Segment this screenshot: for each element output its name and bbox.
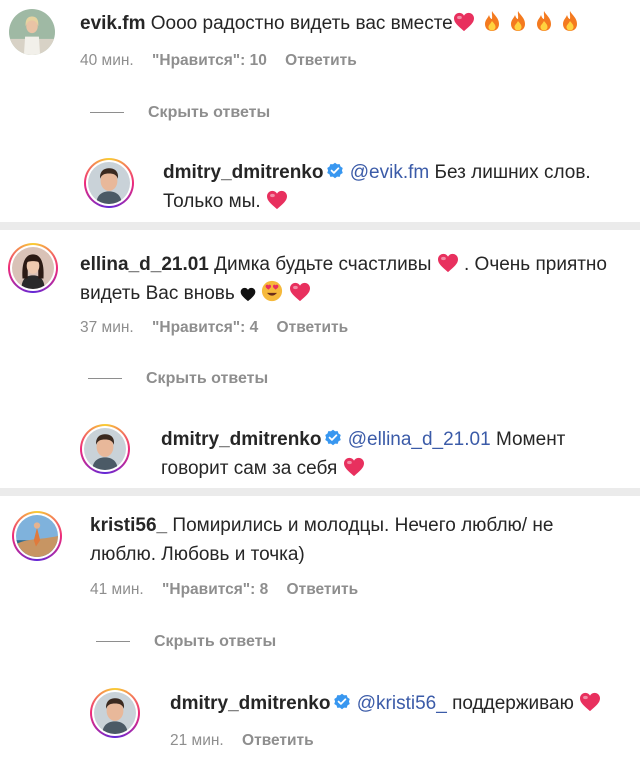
fire-emoji-icon — [561, 10, 579, 32]
hide-replies-label: Скрыть ответы — [146, 370, 269, 387]
comment-3-reply-button[interactable]: Ответить — [287, 581, 359, 598]
hide-replies-label: Скрыть ответы — [154, 633, 277, 650]
comment-1-reply-button[interactable]: Ответить — [285, 52, 357, 69]
comment-3-meta: 41 мин. "Нравится": 8 Ответить — [90, 581, 372, 599]
fire-emoji-icon — [483, 10, 501, 32]
comment-2-body-line2: видеть Вас вновь — [80, 283, 235, 304]
comment-2-username[interactable]: ellina_d_21.01 — [80, 254, 209, 275]
verified-badge-icon — [326, 162, 344, 180]
reply-1-username[interactable]: dmitry_dmitrenko — [163, 162, 323, 183]
comment-2-text: ellina_d_21.01 Димка будьте счастливы . … — [80, 250, 607, 308]
reply-2-body-line2: говорит сам за себя — [161, 458, 338, 479]
reply-1-body-line2: Только мы. — [163, 191, 261, 212]
comment-1-username[interactable]: evik.fm — [80, 13, 145, 34]
fire-emoji-icon — [535, 10, 553, 32]
reply-2-text: dmitry_dmitrenko @ellina_d_21.01 Момент … — [161, 425, 565, 483]
reply-3-time: 21 мин. — [170, 732, 224, 749]
comment-1-hide-replies[interactable]: Скрыть ответы — [90, 104, 270, 122]
comment-3-hide-replies[interactable]: Скрыть ответы — [96, 633, 276, 651]
comment-3-likes[interactable]: "Нравится": 8 — [162, 581, 268, 598]
comment-2-hide-replies[interactable]: Скрыть ответы — [88, 370, 268, 388]
comment-3-username[interactable]: kristi56_ — [90, 515, 167, 536]
comment-3-text: kristi56_ Помирились и молодцы. Нечего л… — [90, 511, 553, 569]
comment-2-time: 37 мин. — [80, 319, 134, 336]
reply-2-mention[interactable]: @ellina_d_21.01 — [348, 429, 491, 450]
avatar-dmitry-3[interactable] — [90, 688, 140, 738]
comment-2-body-line1: Димка будьте счастливы — [214, 254, 432, 275]
comment-1-body: Оооо радостно видеть вас вместе — [150, 13, 453, 34]
verified-badge-icon — [333, 693, 351, 711]
divider-line — [90, 112, 124, 114]
heart-emoji-icon — [266, 190, 288, 210]
avatar-evik[interactable] — [9, 9, 55, 55]
reply-3-meta: 21 мин. Ответить — [170, 732, 328, 750]
comment-2-body-line1-end: . Очень приятно — [464, 254, 607, 275]
reply-1-mention[interactable]: @evik.fm — [350, 162, 429, 183]
heart-eyes-emoji-icon — [261, 280, 283, 302]
divider-line — [96, 641, 130, 643]
reply-3-username[interactable]: dmitry_dmitrenko — [170, 693, 330, 714]
reply-1-text: dmitry_dmitrenko @evik.fm Без лишних сло… — [163, 158, 591, 216]
divider-line — [88, 378, 122, 380]
avatar-kristi[interactable] — [12, 511, 62, 561]
comment-separator — [0, 488, 640, 496]
comment-3-time: 41 мин. — [90, 581, 144, 598]
reply-2-body-line1: Момент — [495, 429, 566, 450]
comment-2-likes[interactable]: "Нравится": 4 — [152, 319, 258, 336]
reply-3-reply-button[interactable]: Ответить — [242, 732, 314, 749]
avatar-dmitry-1[interactable] — [84, 158, 134, 208]
heart-emoji-icon — [289, 282, 311, 302]
reply-3-text: dmitry_dmitrenko @kristi56_ поддерживаю — [170, 689, 601, 718]
fire-emoji-icon — [509, 10, 527, 32]
comment-2-reply-button[interactable]: Ответить — [277, 319, 349, 336]
avatar-dmitry-2[interactable] — [80, 424, 130, 474]
comment-2-meta: 37 мин. "Нравится": 4 Ответить — [80, 319, 362, 337]
heart-emoji-icon — [437, 253, 459, 273]
reply-3-mention[interactable]: @kristi56_ — [357, 693, 447, 714]
avatar-ellina[interactable] — [8, 243, 58, 293]
black-heart-emoji-icon — [240, 287, 256, 302]
heart-emoji-icon — [453, 12, 475, 32]
comment-separator — [0, 222, 640, 230]
reply-2-username[interactable]: dmitry_dmitrenko — [161, 429, 321, 450]
comment-1-text: evik.fm Оооо радостно видеть вас вместе — [80, 9, 579, 38]
comment-1-likes[interactable]: "Нравится": 10 — [152, 52, 267, 69]
reply-3-body: поддерживаю — [452, 693, 574, 714]
comment-3-body-line2: люблю. Любовь и точка) — [90, 544, 305, 565]
heart-emoji-icon — [579, 692, 601, 712]
heart-emoji-icon — [343, 457, 365, 477]
verified-badge-icon — [324, 429, 342, 447]
comment-1-meta: 40 мин. "Нравится": 10 Ответить — [80, 52, 371, 70]
comment-3-body-line1: Помирились и молодцы. Нечего люблю/ не — [172, 515, 554, 536]
hide-replies-label: Скрыть ответы — [148, 104, 271, 121]
reply-1-body-line1: Без лишних слов. — [434, 162, 591, 183]
comment-1-time: 40 мин. — [80, 52, 134, 69]
